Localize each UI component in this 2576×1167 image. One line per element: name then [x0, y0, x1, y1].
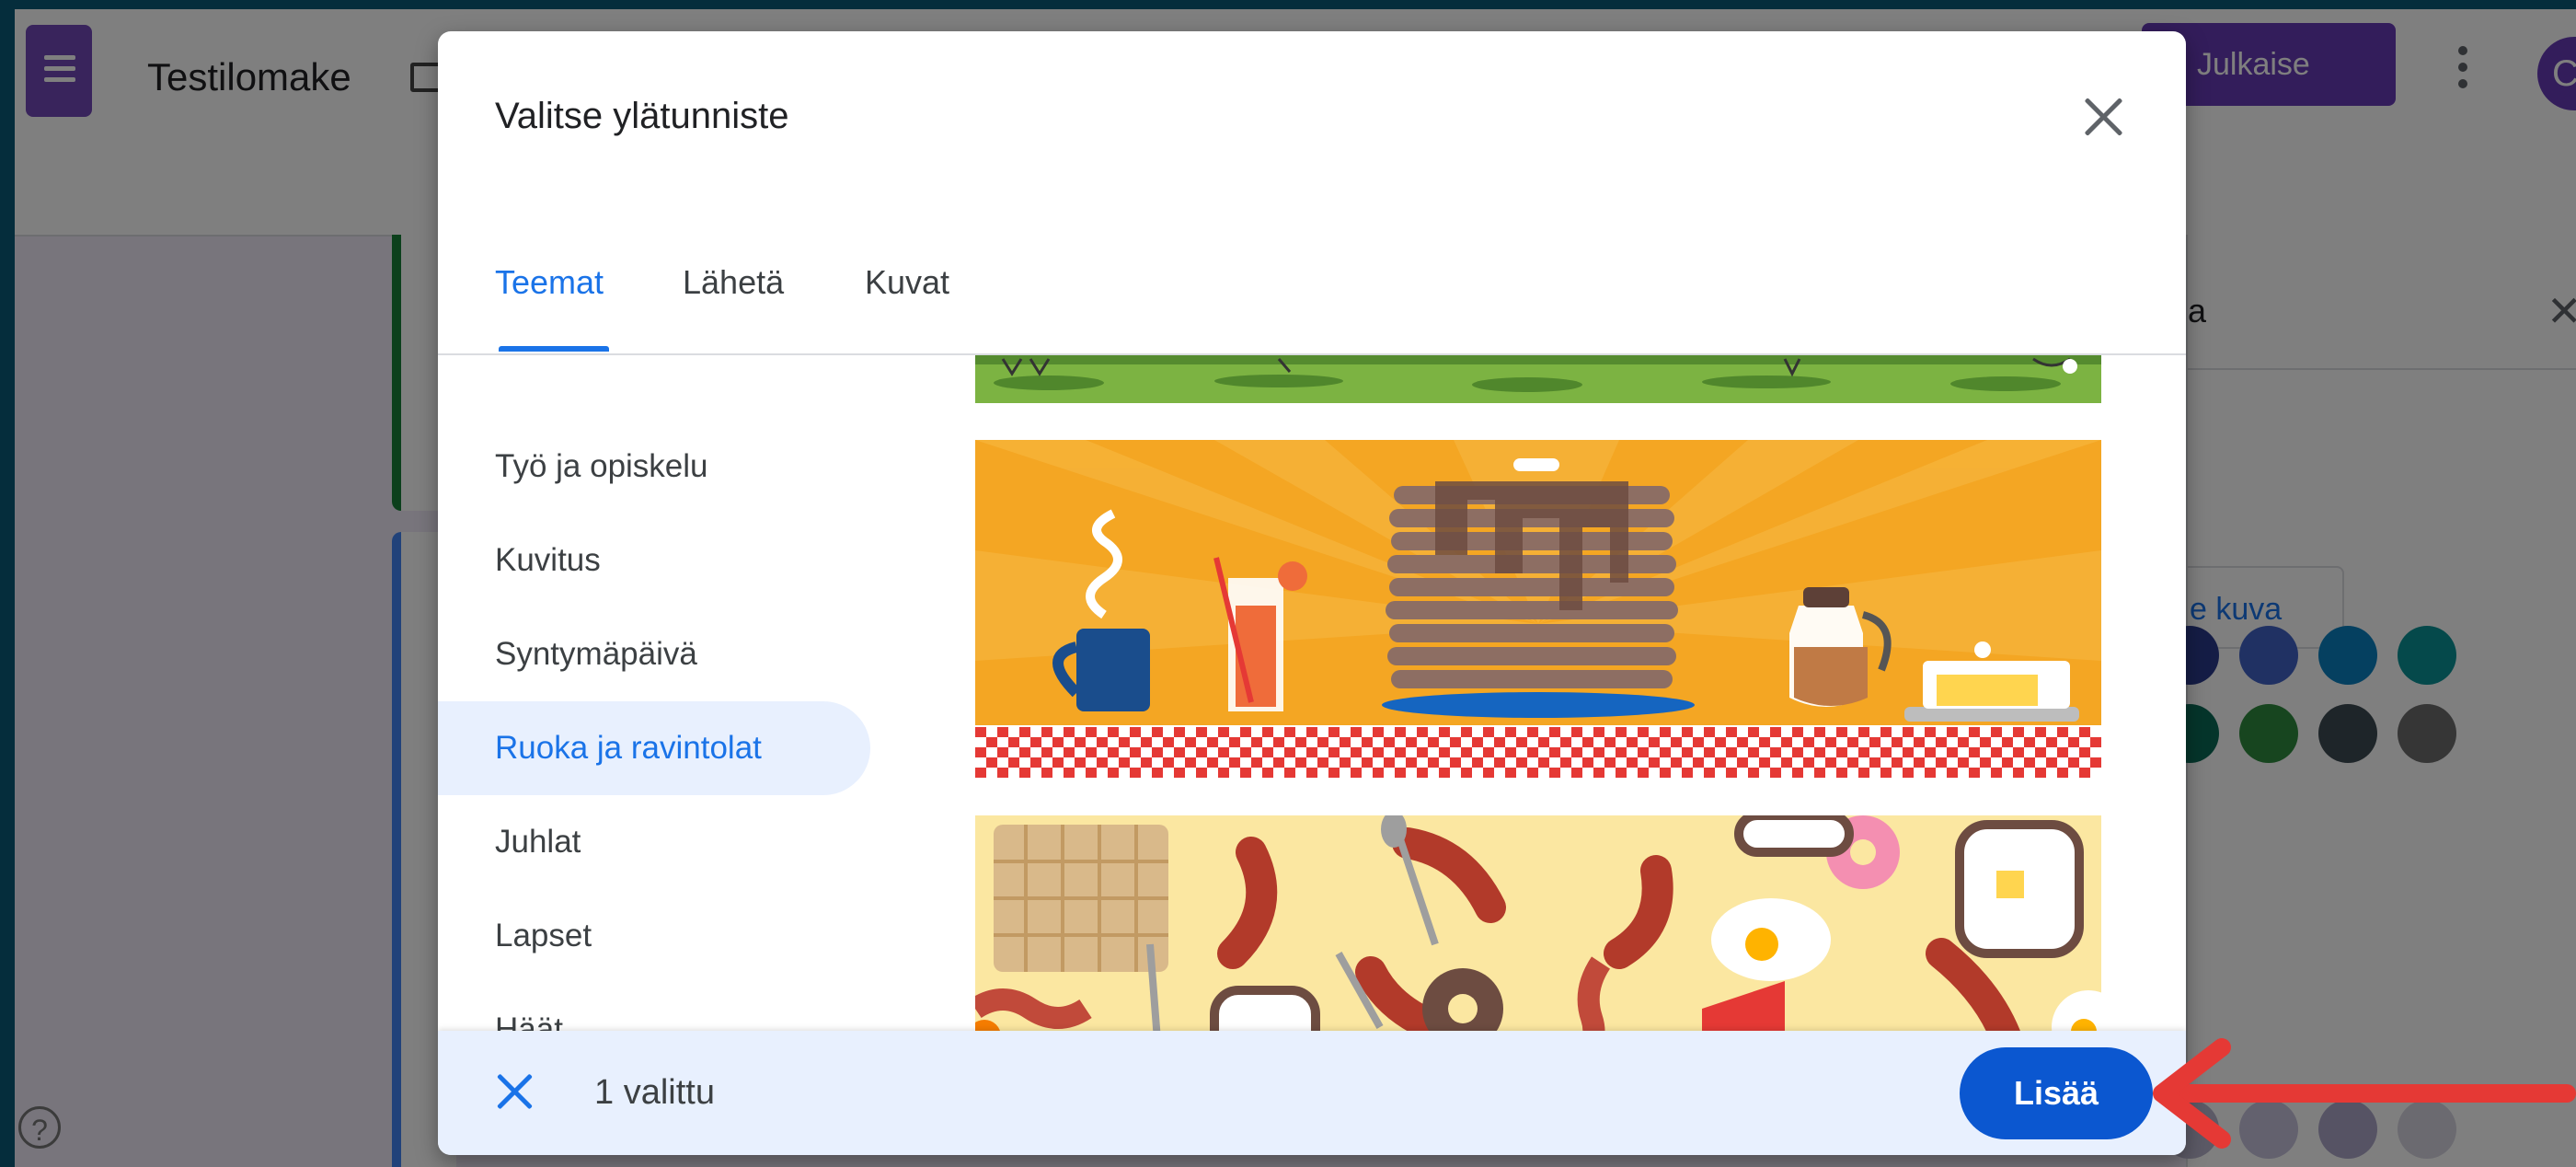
selection-bar: 1 valittu Lisää: [438, 1031, 2186, 1155]
pancakes-breakfast-theme[interactable]: [975, 440, 2101, 779]
dialog-title: Valitse ylätunniste: [495, 96, 789, 136]
tab-photos[interactable]: Kuvat: [865, 263, 949, 302]
category-list: Työ ja opiskelu Kuvitus Syntymäpäivä Ruo…: [438, 355, 935, 1064]
active-tab-indicator: [499, 346, 609, 352]
grass-field-theme[interactable]: [975, 355, 2101, 403]
annotation-arrow-icon: [2153, 1038, 2576, 1149]
breakfast-pattern-theme[interactable]: [975, 815, 2101, 1064]
category-illustration[interactable]: Kuvitus: [438, 514, 870, 607]
category-parties[interactable]: Juhlat: [438, 795, 870, 889]
clear-selection-icon[interactable]: [495, 1071, 535, 1112]
category-birthday[interactable]: Syntymäpäivä: [438, 607, 870, 701]
header-picker-dialog: Valitse ylätunniste Teemat Lähetä Kuvat …: [438, 31, 2186, 1155]
add-button[interactable]: Lisää: [1960, 1047, 2153, 1139]
tab-bar: Teemat Lähetä Kuvat: [438, 197, 2186, 355]
tab-upload[interactable]: Lähetä: [683, 263, 784, 302]
category-food-restaurants[interactable]: Ruoka ja ravintolat: [438, 701, 870, 795]
category-kids[interactable]: Lapset: [438, 889, 870, 983]
theme-gallery: [975, 355, 2103, 1064]
selected-count-label: 1 valittu: [594, 1073, 715, 1112]
category-work-study[interactable]: Työ ja opiskelu: [438, 420, 870, 514]
tab-themes[interactable]: Teemat: [495, 263, 604, 302]
close-icon[interactable]: [2076, 90, 2131, 145]
